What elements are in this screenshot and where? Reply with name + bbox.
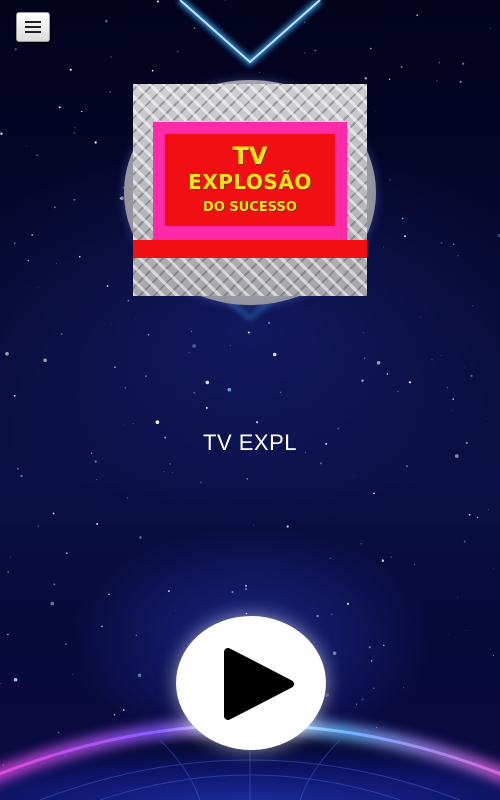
logo-magenta-frame: TV EXPLOSÃO DO SUCESSO bbox=[153, 122, 347, 242]
menu-button[interactable] bbox=[16, 12, 50, 42]
logo-text-tv: TV bbox=[232, 142, 268, 170]
radio-player-screen: TV EXPLOSÃO DO SUCESSO TV EXPL bbox=[0, 0, 500, 800]
station-name: TV EXPL bbox=[203, 430, 297, 455]
logo-red-band bbox=[133, 240, 367, 258]
logo-text-do-sucesso: DO SUCESSO bbox=[203, 200, 297, 215]
station-logo: TV EXPLOSÃO DO SUCESSO bbox=[124, 80, 376, 305]
logo-metal-plate: TV EXPLOSÃO DO SUCESSO bbox=[133, 84, 367, 296]
play-icon bbox=[224, 648, 294, 720]
hamburger-menu-icon bbox=[25, 21, 41, 33]
play-button[interactable] bbox=[176, 616, 326, 750]
logo-red-panel: TV EXPLOSÃO DO SUCESSO bbox=[165, 134, 335, 226]
logo-text-explosao: EXPLOSÃO bbox=[188, 170, 312, 194]
